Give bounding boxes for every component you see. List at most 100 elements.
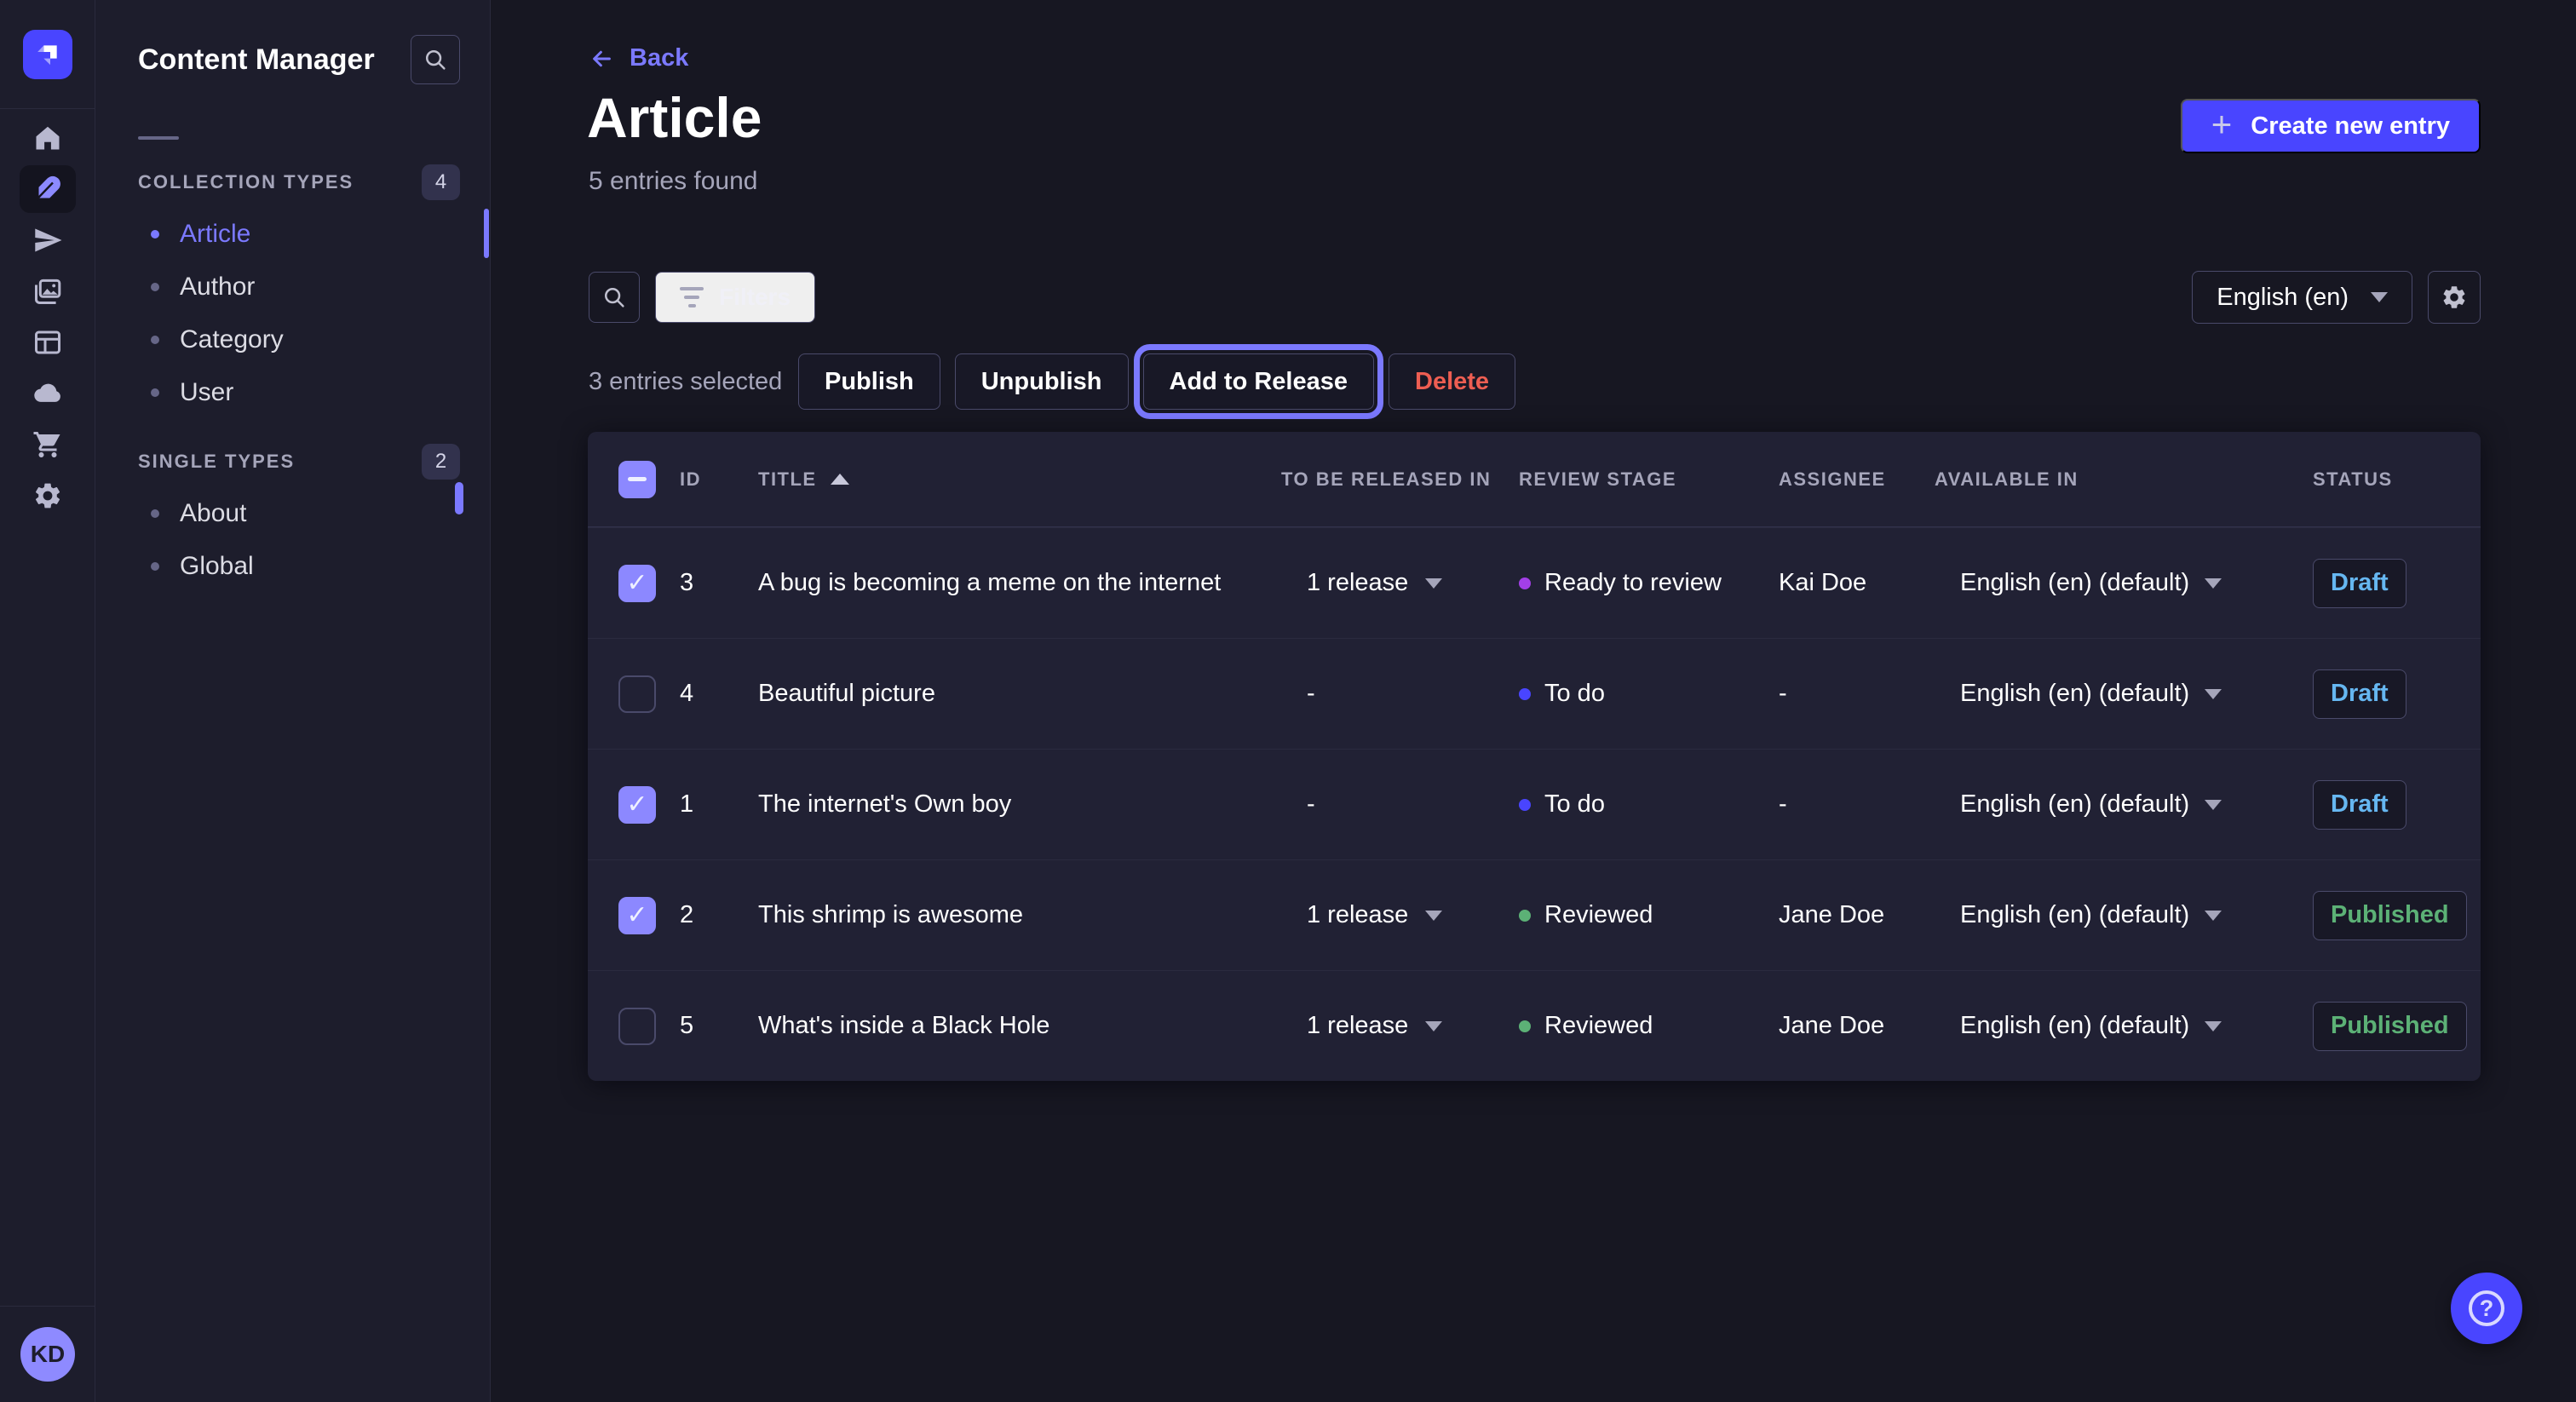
filters-label: Filters xyxy=(719,284,791,311)
nav-marketplace[interactable] xyxy=(0,419,95,470)
nav-content-manager[interactable] xyxy=(0,164,95,215)
images-icon xyxy=(32,276,63,307)
unpublish-button[interactable]: Unpublish xyxy=(955,353,1129,410)
strapi-mark-icon xyxy=(31,37,65,72)
cell-assignee: Jane Doe xyxy=(1779,901,1935,929)
cell-release-dropdown[interactable]: 1 release xyxy=(1281,901,1519,929)
subnav-scrollbar-thumb[interactable] xyxy=(455,482,463,514)
status-badge: Published xyxy=(2313,1002,2467,1051)
bullet-icon xyxy=(151,336,159,344)
view-settings-button[interactable] xyxy=(2428,271,2481,324)
subnav-title: Content Manager xyxy=(138,43,375,77)
nav-home[interactable] xyxy=(0,112,95,164)
cell-review-stage: Reviewed xyxy=(1519,901,1779,929)
cell-id: 5 xyxy=(680,1012,758,1040)
sidebar-item-category[interactable]: Category xyxy=(95,313,490,366)
review-stage-dot xyxy=(1519,910,1531,922)
cell-release-dropdown[interactable]: 1 release xyxy=(1281,569,1519,597)
back-link[interactable]: Back xyxy=(589,44,688,72)
row-checkbox[interactable] xyxy=(618,675,656,713)
cell-release-dropdown: - xyxy=(1281,680,1519,708)
help-button[interactable]: ? xyxy=(2451,1273,2522,1344)
locale-select[interactable]: English (en) xyxy=(2192,271,2412,324)
column-header-title[interactable]: TITLE xyxy=(758,468,1281,491)
cell-title: Beautiful picture xyxy=(758,680,1281,708)
chevron-down-icon xyxy=(2205,578,2222,589)
cell-review-stage: To do xyxy=(1519,790,1779,819)
sidebar-item-user[interactable]: User xyxy=(95,366,490,419)
main-nav-rail: KD xyxy=(0,0,95,1402)
nav-content-type-builder[interactable] xyxy=(0,317,95,368)
collection-types-label: COLLECTION TYPES xyxy=(138,171,354,193)
home-icon xyxy=(32,123,63,153)
nav-media-library[interactable] xyxy=(0,266,95,317)
review-stage-dot xyxy=(1519,799,1531,811)
cell-available-in-dropdown[interactable]: English (en) (default) xyxy=(1935,569,2301,597)
user-avatar[interactable]: KD xyxy=(20,1327,75,1382)
select-all-checkbox[interactable] xyxy=(618,461,656,498)
selection-bar: 3 entries selected Publish Unpublish Add… xyxy=(589,348,1515,416)
sidebar-item-label: About xyxy=(180,499,246,528)
table-row[interactable]: 3 A bug is becoming a meme on the intern… xyxy=(588,527,2481,638)
sidebar-item-about[interactable]: About xyxy=(95,487,490,540)
add-to-release-button[interactable]: Add to Release xyxy=(1143,353,1375,410)
column-header-review-stage[interactable]: REVIEW STAGE xyxy=(1519,468,1779,491)
nav-deploy[interactable] xyxy=(0,368,95,419)
row-checkbox[interactable] xyxy=(618,565,656,602)
table-header-row: ID TITLE TO BE RELEASED IN REVIEW STAGE … xyxy=(588,432,2481,527)
sidebar-item-article[interactable]: Article xyxy=(95,208,490,261)
plus-icon: + xyxy=(2211,107,2233,141)
main-content: Back Article 5 entries found + Create ne… xyxy=(492,0,2576,1402)
status-badge: Draft xyxy=(2313,780,2406,830)
collection-types-count-badge: 4 xyxy=(422,164,460,200)
chevron-down-icon xyxy=(2205,911,2222,921)
cell-review-stage: Reviewed xyxy=(1519,1012,1779,1040)
table-row[interactable]: 1 The internet's Own boy - To do - Engli… xyxy=(588,749,2481,859)
row-checkbox[interactable] xyxy=(618,1008,656,1045)
cell-assignee: - xyxy=(1779,680,1935,708)
sidebar-item-author[interactable]: Author xyxy=(95,261,490,313)
cell-review-stage: To do xyxy=(1519,680,1779,708)
column-header-assignee[interactable]: ASSIGNEE xyxy=(1779,468,1935,491)
review-stage-dot xyxy=(1519,1020,1531,1032)
review-stage-dot xyxy=(1519,577,1531,589)
nav-releases[interactable] xyxy=(0,215,95,266)
bullet-icon xyxy=(151,509,159,518)
column-header-status[interactable]: STATUS xyxy=(2301,468,2481,491)
row-checkbox[interactable] xyxy=(618,786,656,824)
delete-button[interactable]: Delete xyxy=(1389,353,1515,410)
table-row[interactable]: 2 This shrimp is awesome 1 release Revie… xyxy=(588,859,2481,970)
cell-available-in-dropdown[interactable]: English (en) (default) xyxy=(1935,680,2301,708)
filters-button[interactable]: Filters xyxy=(655,272,815,323)
table-row[interactable]: 4 Beautiful picture - To do - English (e… xyxy=(588,638,2481,749)
gear-icon xyxy=(2441,284,2468,311)
selection-summary: 3 entries selected xyxy=(589,368,798,396)
publish-button[interactable]: Publish xyxy=(798,353,940,410)
nav-settings[interactable] xyxy=(0,470,95,521)
column-header-id[interactable]: ID xyxy=(680,468,758,491)
subnav-search-button[interactable] xyxy=(411,35,460,84)
sort-ascending-icon xyxy=(831,474,849,485)
entries-count: 5 entries found xyxy=(589,167,757,196)
collection-types-section: COLLECTION TYPES 4 Article Author Catego… xyxy=(95,164,490,419)
column-header-release[interactable]: TO BE RELEASED IN xyxy=(1281,468,1519,491)
cell-available-in-dropdown[interactable]: English (en) (default) xyxy=(1935,790,2301,819)
row-checkbox[interactable] xyxy=(618,897,656,934)
entries-table: ID TITLE TO BE RELEASED IN REVIEW STAGE … xyxy=(588,432,2481,1081)
column-header-available-in[interactable]: AVAILABLE IN xyxy=(1935,468,2301,491)
cell-id: 1 xyxy=(680,790,758,819)
content-manager-subnav: Content Manager COLLECTION TYPES 4 Artic… xyxy=(95,0,491,1402)
search-icon xyxy=(423,47,448,72)
create-new-entry-button[interactable]: + Create new entry xyxy=(2181,99,2481,153)
feather-icon xyxy=(32,174,63,204)
cell-release-dropdown[interactable]: 1 release xyxy=(1281,1012,1519,1040)
cell-available-in-dropdown[interactable]: English (en) (default) xyxy=(1935,901,2301,929)
table-row[interactable]: 5 What's inside a Black Hole 1 release R… xyxy=(588,970,2481,1081)
arrow-left-icon xyxy=(589,46,614,72)
table-search-button[interactable] xyxy=(589,272,640,323)
sidebar-item-global[interactable]: Global xyxy=(95,540,490,593)
strapi-logo[interactable] xyxy=(23,30,72,79)
cell-available-in-dropdown[interactable]: English (en) (default) xyxy=(1935,1012,2301,1040)
status-badge: Published xyxy=(2313,891,2467,940)
status-badge: Draft xyxy=(2313,669,2406,719)
